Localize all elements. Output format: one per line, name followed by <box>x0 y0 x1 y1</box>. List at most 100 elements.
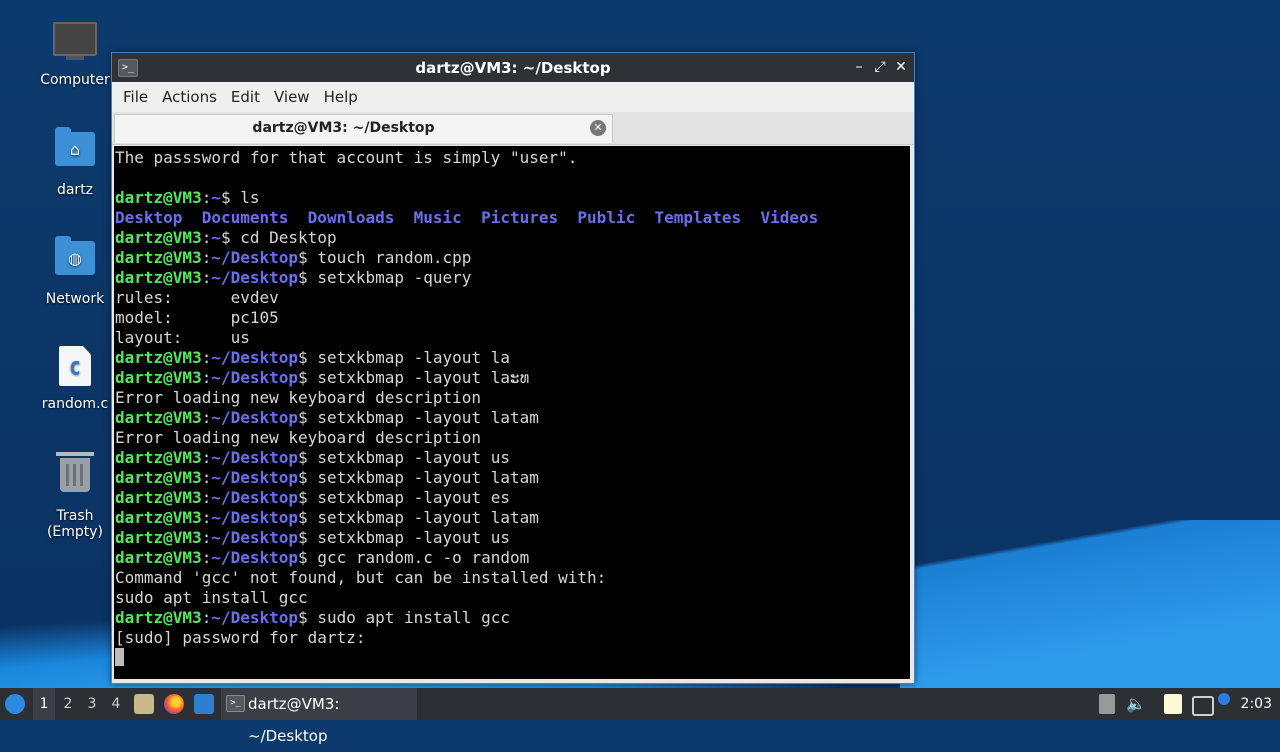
prompt-user-host: dartz@VM3 <box>115 548 202 567</box>
tab-terminal[interactable]: dartz@VM3: ~/Desktop ✕ <box>114 114 613 143</box>
tab-close-icon[interactable]: ✕ <box>590 120 606 136</box>
prompt-path: ~ <box>211 228 221 247</box>
tab-bar: dartz@VM3: ~/Desktop ✕ <box>112 112 914 145</box>
minimize-button[interactable]: – <box>850 57 868 77</box>
prompt-user-host: dartz@VM3 <box>115 268 202 287</box>
workspace-2[interactable]: 2 <box>57 688 79 720</box>
output-text: The passsword for that account is simply… <box>115 148 578 167</box>
command-text: setxkbmap -layout us <box>317 448 510 467</box>
directory-entry: Public <box>577 208 636 227</box>
menu-file[interactable]: File <box>116 88 155 106</box>
output-text: Error loading new keyboard description <box>115 388 482 407</box>
firefox-icon[interactable] <box>164 694 184 714</box>
directory-entry: Desktop <box>115 208 183 227</box>
prompt-path: ~/Desktop <box>211 548 299 567</box>
output-text: Error loading new keyboard description <box>115 428 482 447</box>
close-button[interactable]: ✕ <box>892 57 910 77</box>
network-icon[interactable] <box>1192 696 1214 716</box>
prompt-path: ~/Desktop <box>211 268 299 287</box>
prompt-separator: : <box>201 268 212 287</box>
terminal-line <box>115 648 910 668</box>
command-text: setxkbmap -layout latam <box>317 468 539 487</box>
clipboard-icon[interactable] <box>1164 694 1182 714</box>
command-text: setxkbmap -layout laະທ <box>317 368 530 387</box>
workspace-4[interactable]: 4 <box>105 688 127 720</box>
command-text: setxkbmap -layout us <box>317 528 510 547</box>
workspace-1[interactable]: 1 <box>33 688 55 720</box>
window-titlebar[interactable]: >_ dartz@VM3: ~/Desktop – ⤢ ✕ <box>112 53 914 82</box>
taskbar-task-terminal[interactable]: >_ dartz@VM3: ~/Desktop <box>221 688 417 745</box>
prompt-user-host: dartz@VM3 <box>115 408 202 427</box>
tab-label: dartz@VM3: ~/Desktop <box>252 120 435 136</box>
prompt-path: ~/Desktop <box>211 508 299 527</box>
prompt-symbol: $ <box>220 228 241 247</box>
terminal-line: dartz@VM3:~/Desktop$ setxkbmap -layout l… <box>115 508 910 528</box>
prompt-path: ~/Desktop <box>211 468 299 487</box>
prompt-symbol: $ <box>298 408 318 427</box>
desktop-icon-label: dartz <box>56 182 94 198</box>
prompt-user-host: dartz@VM3 <box>115 348 202 367</box>
prompt-symbol: $ <box>298 548 318 567</box>
terminal-line: dartz@VM3:~/Desktop$ touch random.cpp <box>115 248 910 268</box>
menu-help[interactable]: Help <box>317 88 365 106</box>
command-text: setxkbmap -query <box>317 268 472 287</box>
desktop-icon-random-c[interactable]: C random.c <box>30 344 120 412</box>
terminal-output[interactable]: The passsword for that account is simply… <box>114 146 910 679</box>
network-folder-icon: ◍ <box>53 236 97 285</box>
volume-icon[interactable]: 🔈 <box>1126 688 1146 720</box>
prompt-separator: : <box>201 248 212 267</box>
menu-icon[interactable] <box>5 694 25 714</box>
command-text: sudo apt install gcc <box>317 608 510 627</box>
command-text: setxkbmap -layout latam <box>317 508 539 527</box>
workspace-3[interactable]: 3 <box>81 688 103 720</box>
command-text: gcc random.c -o random <box>317 548 530 567</box>
prompt-separator: : <box>201 608 212 627</box>
terminal-line: dartz@VM3:~/Desktop$ setxkbmap -layout l… <box>115 348 910 368</box>
prompt-path: ~/Desktop <box>211 608 299 627</box>
terminal-line: dartz@VM3:~/Desktop$ gcc random.c -o ran… <box>115 548 910 568</box>
menu-edit[interactable]: Edit <box>224 88 267 106</box>
prompt-separator: : <box>201 188 212 207</box>
terminal-lines: The passsword for that account is simply… <box>114 146 910 668</box>
prompt-symbol: $ <box>298 248 318 267</box>
desktop-icon-network[interactable]: ◍ Network <box>30 235 120 307</box>
terminal-line: dartz@VM3:~/Desktop$ setxkbmap -layout l… <box>115 468 910 488</box>
menu-view[interactable]: View <box>267 88 317 106</box>
prompt-user-host: dartz@VM3 <box>115 448 202 467</box>
directory-entry: Documents <box>201 208 289 227</box>
prompt-symbol: $ <box>298 368 318 387</box>
prompt-path: ~ <box>211 188 221 207</box>
clock[interactable]: 2:03 <box>1241 688 1272 720</box>
command-text: cd Desktop <box>240 228 337 247</box>
maximize-button[interactable]: ⤢ <box>871 57 889 77</box>
output-text: [sudo] password for dartz: <box>115 628 366 647</box>
terminal-line: dartz@VM3:~$ ls <box>115 188 910 208</box>
output-text: model: pc105 <box>115 308 279 327</box>
desktop-icon-computer[interactable]: Computer <box>30 18 120 88</box>
file-manager-icon[interactable] <box>134 694 154 714</box>
command-text: ls <box>240 188 260 207</box>
prompt-separator: : <box>201 448 212 467</box>
desktop-icon-trash[interactable]: Trash (Empty) <box>30 452 120 540</box>
prompt-path: ~/Desktop <box>211 488 299 507</box>
update-icon[interactable] <box>1218 693 1230 705</box>
desktop-icon-home[interactable]: ⌂ dartz <box>30 126 120 198</box>
desktop-icon-label: Network <box>45 291 105 307</box>
desktop-icon[interactable] <box>194 694 214 714</box>
menu-bar: File Actions Edit View Help <box>112 82 914 112</box>
terminal-line: layout: us <box>115 328 910 348</box>
terminal-window: >_ dartz@VM3: ~/Desktop – ⤢ ✕ File Actio… <box>111 52 915 684</box>
terminal-line: dartz@VM3:~$ cd Desktop <box>115 228 910 248</box>
task-label: dartz@VM3: ~/Desktop <box>248 695 340 745</box>
command-text: setxkbmap -layout latam <box>317 408 539 427</box>
prompt-symbol: $ <box>298 468 318 487</box>
prompt-user-host: dartz@VM3 <box>115 468 202 487</box>
prompt-path: ~/Desktop <box>211 348 299 367</box>
tray-notes-icon[interactable] <box>1099 694 1115 714</box>
prompt-separator: : <box>201 488 212 507</box>
output-text: rules: evdev <box>115 288 279 307</box>
menu-actions[interactable]: Actions <box>155 88 224 106</box>
command-text: setxkbmap -layout la <box>317 348 510 367</box>
prompt-path: ~/Desktop <box>211 248 299 267</box>
prompt-symbol: $ <box>298 608 318 627</box>
